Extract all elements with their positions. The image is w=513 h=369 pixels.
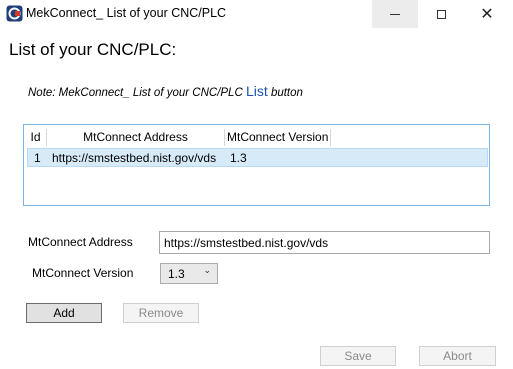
version-select[interactable]: 1.3 ⌄ xyxy=(160,263,218,284)
maximize-icon xyxy=(436,9,446,19)
version-label: MtConnect Version xyxy=(32,266,134,280)
list-row[interactable]: 1 https://smstestbed.nist.gov/vds 1.3 xyxy=(27,148,488,167)
note-suffix: button xyxy=(267,87,303,99)
page-heading: List of your CNC/PLC: xyxy=(9,40,177,59)
version-select-value: 1.3 xyxy=(168,267,185,281)
note-text: Note: MekConnect_ List of your CNC/PLC L… xyxy=(28,83,303,99)
row-address: https://smstestbed.nist.gov/vds xyxy=(52,151,217,165)
save-button[interactable]: Save xyxy=(320,346,396,366)
cnc-list[interactable]: Id MtConnect Address MtConnect Version 1… xyxy=(23,124,490,206)
minimize-icon xyxy=(390,13,400,15)
remove-button[interactable]: Remove xyxy=(123,303,199,323)
title-bar: MekConnect_ List of your CNC/PLC ✕ xyxy=(0,0,513,28)
close-button[interactable]: ✕ xyxy=(464,0,510,28)
close-icon: ✕ xyxy=(480,4,494,23)
address-input[interactable] xyxy=(159,231,490,254)
minimize-button[interactable] xyxy=(372,0,418,28)
chevron-down-icon: ⌄ xyxy=(203,266,211,276)
maximize-button[interactable] xyxy=(418,0,464,28)
add-button[interactable]: Add xyxy=(26,303,102,323)
column-header-id[interactable]: Id xyxy=(25,129,47,146)
row-id: 1 xyxy=(34,151,41,165)
list-header: Id MtConnect Address MtConnect Version xyxy=(25,129,355,146)
row-version: 1.3 xyxy=(230,151,247,165)
column-header-version[interactable]: MtConnect Version xyxy=(225,129,331,146)
abort-button[interactable]: Abort xyxy=(419,346,496,366)
window-title: MekConnect_ List of your CNC/PLC xyxy=(26,6,227,20)
note-prefix: Note: MekConnect_ List of your CNC/PLC xyxy=(28,87,246,99)
address-label: MtConnect Address xyxy=(28,235,133,249)
column-header-address[interactable]: MtConnect Address xyxy=(47,129,225,146)
app-icon xyxy=(6,5,23,22)
note-list-link[interactable]: List xyxy=(246,83,268,99)
